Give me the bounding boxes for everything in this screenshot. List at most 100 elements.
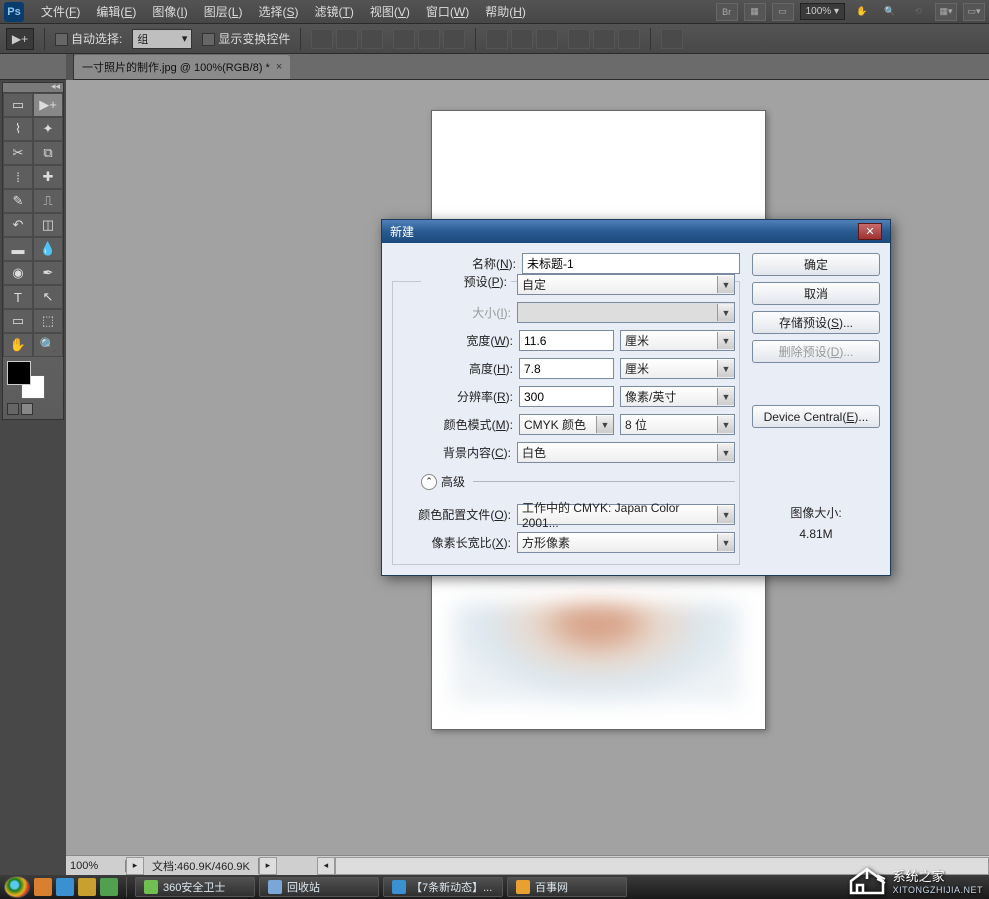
active-tool-icon[interactable]: ▶+ <box>6 28 34 50</box>
dialog-close-button[interactable]: ✕ <box>858 223 882 240</box>
document-tab[interactable]: 一寸照片的制作.jpg @ 100%(RGB/8) * × <box>74 55 290 79</box>
dist-1-icon[interactable] <box>486 29 508 49</box>
ok-button[interactable]: 确定 <box>752 253 880 276</box>
preset-select[interactable]: 自定▼ <box>517 274 735 295</box>
menu-view[interactable]: 视图(V) <box>363 0 417 23</box>
width-input[interactable] <box>519 330 614 351</box>
task-item[interactable]: 百事网 <box>507 877 627 897</box>
horizontal-scrollbar[interactable] <box>335 857 989 875</box>
bit-depth-select[interactable]: 8 位▼ <box>620 414 735 435</box>
align-left-icon[interactable] <box>393 29 415 49</box>
menu-layer[interactable]: 图层(L) <box>197 0 250 23</box>
height-unit-select[interactable]: 厘米▼ <box>620 358 735 379</box>
menu-window[interactable]: 窗口(W) <box>419 0 476 23</box>
dist-5-icon[interactable] <box>593 29 615 49</box>
menu-select[interactable]: 选择(S) <box>251 0 305 23</box>
blur-tool[interactable]: 💧 <box>33 237 63 261</box>
aspect-select[interactable]: 方形像素▼ <box>517 532 735 553</box>
heal-tool[interactable]: ✚ <box>33 165 63 189</box>
ql-icon-4[interactable] <box>100 878 118 896</box>
size-select: ▼ <box>517 302 735 323</box>
status-flyout-icon[interactable]: ▸ <box>259 857 277 875</box>
auto-select-target[interactable]: 组▾ <box>132 29 192 49</box>
arrange-docs-icon[interactable]: ▦▾ <box>935 3 957 21</box>
menu-filter[interactable]: 滤镜(T) <box>307 0 360 23</box>
path-tool[interactable]: ↖ <box>33 285 63 309</box>
menu-file[interactable]: 文件(F) <box>34 0 87 23</box>
menu-image[interactable]: 图像(I) <box>145 0 194 23</box>
foreground-color[interactable] <box>7 361 31 385</box>
advanced-toggle[interactable]: ⌃ 高级 <box>421 473 735 490</box>
align-top-icon[interactable] <box>311 29 333 49</box>
quick-mask-icon[interactable] <box>7 403 19 415</box>
shape-tool[interactable]: ▭ <box>3 309 33 333</box>
zoom-icon[interactable]: 🔍 <box>879 3 901 21</box>
dist-3-icon[interactable] <box>536 29 558 49</box>
type-tool[interactable]: T <box>3 285 33 309</box>
dist-6-icon[interactable] <box>618 29 640 49</box>
screen-mode-icon[interactable]: ▭ <box>772 3 794 21</box>
cancel-button[interactable]: 取消 <box>752 282 880 305</box>
resolution-input[interactable] <box>519 386 614 407</box>
move-tool[interactable]: ▶+ <box>33 93 63 117</box>
task-item[interactable]: 回收站 <box>259 877 379 897</box>
gradient-tool[interactable]: ▬ <box>3 237 33 261</box>
width-unit-select[interactable]: 厘米▼ <box>620 330 735 351</box>
status-menu-icon[interactable]: ▸ <box>126 857 144 875</box>
dodge-tool[interactable]: ◉ <box>3 261 33 285</box>
stamp-tool[interactable]: ⎍ <box>33 189 63 213</box>
rotate-icon[interactable]: ⟲ <box>907 3 929 21</box>
hand-icon[interactable]: ✋ <box>851 3 873 21</box>
tools-collapse-handle[interactable] <box>3 83 63 93</box>
color-mode-select[interactable]: CMYK 颜色▼ <box>519 414 614 435</box>
device-central-button[interactable]: Device Central(E)... <box>752 405 880 428</box>
zoom-input[interactable]: 100% <box>66 860 126 872</box>
zoom-tool[interactable]: 🔍 <box>33 333 63 357</box>
menu-edit[interactable]: 编辑(E) <box>89 0 143 23</box>
close-tab-icon[interactable]: × <box>276 61 282 73</box>
auto-align-icon[interactable] <box>661 29 683 49</box>
task-item[interactable]: 360安全卫士 <box>135 877 255 897</box>
brush-tool[interactable]: ✎ <box>3 189 33 213</box>
eraser-tool[interactable]: ◫ <box>33 213 63 237</box>
ql-ie-icon[interactable] <box>56 878 74 896</box>
save-preset-button[interactable]: 存储预设(S)... <box>752 311 880 334</box>
start-button[interactable] <box>4 876 30 898</box>
align-bottom-icon[interactable] <box>361 29 383 49</box>
align-vcenter-icon[interactable] <box>336 29 358 49</box>
marquee-tool[interactable]: ▭ <box>3 93 33 117</box>
slice-tool[interactable]: ⧉ <box>33 141 63 165</box>
crop-tool[interactable]: ✂ <box>3 141 33 165</box>
dialog-titlebar[interactable]: 新建 ✕ <box>382 220 890 243</box>
name-input[interactable] <box>522 253 740 274</box>
wand-tool[interactable]: ✦ <box>33 117 63 141</box>
ql-folder-icon[interactable] <box>78 878 96 896</box>
color-swatches[interactable] <box>3 357 63 419</box>
history-brush-tool[interactable]: ↶ <box>3 213 33 237</box>
view-extras-icon[interactable]: ▦ <box>744 3 766 21</box>
dist-4-icon[interactable] <box>568 29 590 49</box>
screen-icon[interactable]: ▭▾ <box>963 3 985 21</box>
background-select[interactable]: 白色▼ <box>517 442 735 463</box>
bridge-icon[interactable]: Br <box>716 3 738 21</box>
height-input[interactable] <box>519 358 614 379</box>
tab-dock-handle[interactable] <box>66 54 74 80</box>
align-right-icon[interactable] <box>443 29 465 49</box>
dist-2-icon[interactable] <box>511 29 533 49</box>
align-hcenter-icon[interactable] <box>418 29 440 49</box>
screen-mode-toggle-icon[interactable] <box>21 403 33 415</box>
eyedropper-tool[interactable]: ⁞ <box>3 165 33 189</box>
hand-tool[interactable]: ✋ <box>3 333 33 357</box>
transform-controls-checkbox[interactable]: 显示变换控件 <box>202 30 290 47</box>
task-item[interactable]: 【7条新动态】... <box>383 877 503 897</box>
menu-help[interactable]: 帮助(H) <box>478 0 533 23</box>
auto-select-checkbox[interactable]: 自动选择: <box>55 30 122 47</box>
profile-select[interactable]: 工作中的 CMYK: Japan Color 2001...▼ <box>517 504 735 525</box>
lasso-tool[interactable]: ⌇ <box>3 117 33 141</box>
pen-tool[interactable]: ✒ <box>33 261 63 285</box>
scroll-left-icon[interactable]: ◂ <box>317 857 335 875</box>
resolution-unit-select[interactable]: 像素/英寸▼ <box>620 386 735 407</box>
ql-icon-1[interactable] <box>34 878 52 896</box>
zoom-level[interactable]: 100% ▾ <box>800 3 845 20</box>
3d-tool[interactable]: ⬚ <box>33 309 63 333</box>
